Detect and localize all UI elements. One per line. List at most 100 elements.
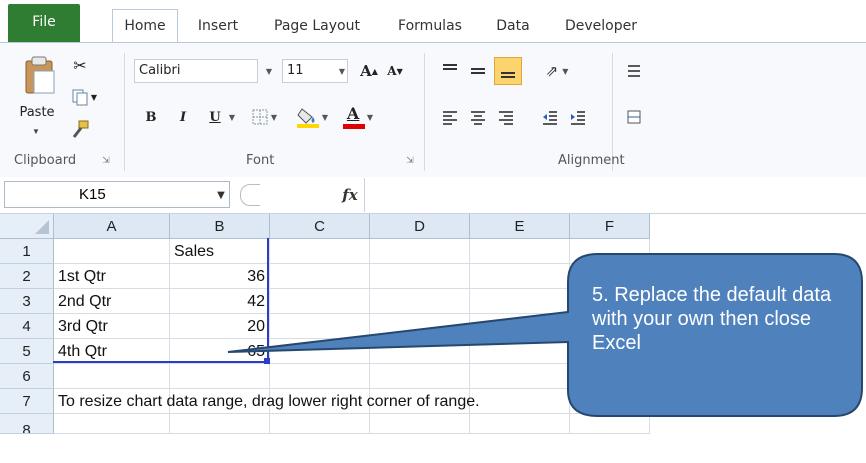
row-header-8[interactable]: 8: [0, 414, 54, 434]
paste-label: Paste: [19, 105, 55, 120]
name-box[interactable]: K15: [4, 181, 230, 208]
format-painter-icon[interactable]: [68, 117, 92, 141]
font-color-letter: A: [346, 104, 360, 123]
clipboard-group-label: Clipboard: [14, 153, 77, 168]
grid-cell[interactable]: [270, 314, 370, 339]
grid-cell[interactable]: [370, 264, 470, 289]
wrap-text-icon[interactable]: [624, 59, 644, 83]
tab-data[interactable]: Data: [486, 10, 540, 42]
dialog-launcher-icon[interactable]: ⇲: [404, 155, 416, 167]
paste-icon: [25, 56, 55, 94]
grid-cell[interactable]: [370, 314, 470, 339]
grid-cell[interactable]: [270, 289, 370, 314]
paste-button[interactable]: Paste ▼: [14, 49, 60, 145]
row-header-3[interactable]: 3: [0, 289, 54, 314]
grid-cell[interactable]: [270, 264, 370, 289]
select-all-icon: [35, 220, 49, 234]
grow-font-icon[interactable]: A ▲: [358, 59, 380, 83]
row-header-4[interactable]: 4: [0, 314, 54, 339]
grid-cell[interactable]: [370, 364, 470, 389]
chevron-down-icon[interactable]: ▼: [214, 184, 228, 206]
tab-home[interactable]: Home: [112, 9, 178, 43]
ribbon-tab-bar: File Home Insert Page Layout Formulas Da…: [0, 0, 866, 43]
fx-icon[interactable]: fx: [338, 183, 362, 207]
column-header-b[interactable]: B: [170, 214, 270, 239]
tab-page-layout[interactable]: Page Layout: [260, 10, 374, 42]
ribbon: Paste ▼ ✂ ▼ Clipboard ⇲ Calibri ▼ 11 ▼ A…: [0, 42, 866, 178]
group-separator: [424, 53, 425, 171]
row-header-6[interactable]: 6: [0, 364, 54, 389]
tab-developer[interactable]: Developer: [556, 10, 646, 42]
shrink-font-icon[interactable]: A ▼: [384, 59, 406, 83]
tab-file[interactable]: File: [8, 4, 80, 42]
alignment-group-label: Alignment: [558, 153, 625, 168]
bold-button[interactable]: B: [140, 105, 162, 129]
data-range-border: [53, 238, 269, 363]
select-all-corner[interactable]: [0, 214, 54, 239]
row-header-7[interactable]: 7: [0, 389, 54, 414]
column-header-c[interactable]: C: [270, 214, 370, 239]
grid-cell[interactable]: [270, 239, 370, 264]
grid-cell[interactable]: [54, 414, 170, 434]
grid-cell[interactable]: [570, 364, 650, 389]
decrease-indent-icon[interactable]: [538, 105, 562, 129]
column-header-a[interactable]: A: [54, 214, 170, 239]
column-header-e[interactable]: E: [470, 214, 570, 239]
grid-cell[interactable]: [470, 314, 570, 339]
font-color-icon[interactable]: A ▼: [338, 103, 378, 131]
row-header-2[interactable]: 2: [0, 264, 54, 289]
callout-text: 5. Replace the default data with your ow…: [592, 284, 832, 354]
increase-indent-icon[interactable]: [566, 105, 590, 129]
cut-icon[interactable]: ✂: [68, 53, 92, 77]
grid-cell[interactable]: [470, 264, 570, 289]
chevron-down-icon[interactable]: ▼: [226, 107, 238, 127]
italic-button[interactable]: I: [172, 105, 194, 129]
column-header-f[interactable]: F: [570, 214, 650, 239]
column-header-d[interactable]: D: [370, 214, 470, 239]
grid-cell[interactable]: [170, 414, 270, 434]
underline-button[interactable]: U: [204, 105, 226, 129]
align-bottom-icon[interactable]: [494, 57, 522, 85]
grid-cell[interactable]: [470, 239, 570, 264]
borders-icon[interactable]: ▼: [246, 105, 282, 129]
row-header-5[interactable]: 5: [0, 339, 54, 364]
chevron-down-icon[interactable]: ▼: [336, 61, 348, 81]
grid-cell[interactable]: [470, 289, 570, 314]
copy-icon[interactable]: ▼: [68, 85, 100, 109]
align-middle-icon[interactable]: [466, 59, 490, 83]
merge-center-icon[interactable]: [624, 105, 644, 129]
grid-cell[interactable]: [54, 364, 170, 389]
chevron-down-icon[interactable]: ▼: [262, 61, 276, 81]
grid-cell[interactable]: [370, 239, 470, 264]
chevron-down-icon: ▼: [32, 127, 40, 136]
tab-insert[interactable]: Insert: [186, 10, 250, 42]
font-name-select[interactable]: Calibri: [134, 59, 258, 83]
grid-cell[interactable]: [570, 414, 650, 434]
resize-handle[interactable]: [264, 358, 270, 364]
grid-cell[interactable]: [270, 364, 370, 389]
grid-cell[interactable]: [370, 414, 470, 434]
fill-color-icon[interactable]: ▼: [292, 103, 332, 131]
grid-cell[interactable]: [370, 289, 470, 314]
grid-cell[interactable]: [570, 239, 650, 264]
align-left-icon[interactable]: [438, 105, 462, 129]
grid-cell[interactable]: [470, 339, 570, 364]
row-header-1[interactable]: 1: [0, 239, 54, 264]
formula-input[interactable]: [364, 178, 866, 212]
dialog-launcher-icon[interactable]: ⇲: [100, 155, 112, 167]
font-group-label: Font: [246, 153, 275, 168]
group-separator: [124, 53, 125, 171]
grid-cell[interactable]: [470, 364, 570, 389]
align-right-icon[interactable]: [494, 105, 518, 129]
grid-cell[interactable]: [170, 364, 270, 389]
formula-bar-divider-icon: [240, 184, 260, 206]
align-center-icon[interactable]: [466, 105, 490, 129]
cell-a7[interactable]: To resize chart data range, drag lower r…: [54, 389, 650, 414]
orientation-icon[interactable]: ⇗ ▼: [538, 59, 576, 83]
grid-cell[interactable]: [270, 339, 370, 364]
tab-formulas[interactable]: Formulas: [388, 10, 472, 42]
grid-cell[interactable]: [470, 414, 570, 434]
align-top-icon[interactable]: [438, 59, 462, 83]
grid-cell[interactable]: [370, 339, 470, 364]
grid-cell[interactable]: [270, 414, 370, 434]
